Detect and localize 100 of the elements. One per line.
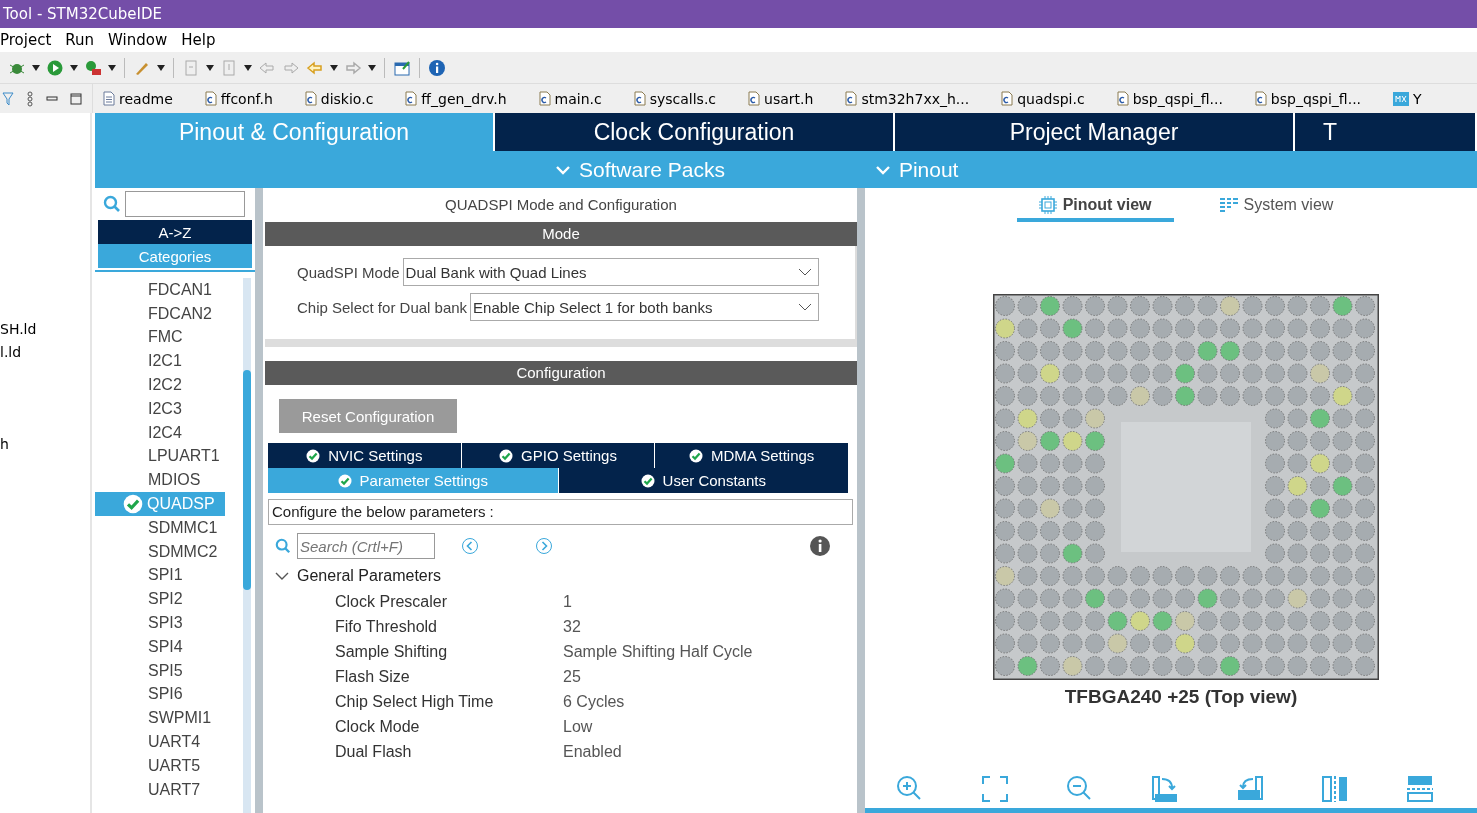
caret-icon[interactable] <box>157 64 165 71</box>
project-tree-item[interactable]: h <box>0 436 90 459</box>
external-tools-icon[interactable] <box>84 58 102 77</box>
parameter-name: Sample Shifting <box>335 642 449 661</box>
peripheral-item[interactable]: FDCAN1 <box>95 278 215 302</box>
caret-icon[interactable] <box>108 64 116 71</box>
project-tree-item[interactable]: SH.ld <box>0 321 90 344</box>
parameter-name: Chip Select High Time <box>335 692 495 711</box>
peripheral-item[interactable]: SWPMI1 <box>95 706 215 731</box>
menu-item[interactable]: Project <box>0 31 52 49</box>
editor-tab[interactable]: diskio.c <box>304 90 374 107</box>
parameter-value[interactable]: Low <box>563 717 593 736</box>
settings-tab[interactable]: User Constants <box>558 468 849 493</box>
editor-tab[interactable]: readme <box>103 90 173 107</box>
search-icon <box>103 195 121 213</box>
editor-tab[interactable]: quadspi.c <box>1001 90 1085 107</box>
rotate-right-icon[interactable] <box>1150 774 1180 804</box>
view-tab[interactable]: Pinout view <box>1016 194 1174 222</box>
fit-to-screen-icon[interactable] <box>980 774 1010 804</box>
settings-tab[interactable]: MDMA Settings <box>655 443 849 468</box>
parameter-value[interactable]: Enabled <box>563 742 622 761</box>
section-header: Configuration <box>265 361 857 385</box>
info-icon[interactable] <box>428 58 446 77</box>
caret-icon[interactable] <box>244 64 252 71</box>
filter-icon[interactable] <box>2 90 14 107</box>
check-icon <box>306 448 321 463</box>
peripheral-item[interactable]: I2C3 <box>95 397 215 421</box>
checkmark-icon <box>123 494 143 515</box>
instruction-text: Configure the below parameters : <box>268 499 853 525</box>
peripheral-item[interactable]: SPI3 <box>95 611 215 635</box>
editor-tab[interactable]: bsp_qspi_fl... <box>1116 90 1223 107</box>
c-file-icon <box>748 91 761 106</box>
caret-icon[interactable] <box>32 64 40 71</box>
parameter-value[interactable]: 6 Cycles <box>563 692 625 711</box>
menu-item[interactable]: Help <box>181 31 216 49</box>
perspective-tab[interactable]: Clock Configuration <box>495 113 895 151</box>
project-tree-item[interactable]: l.ld <box>0 344 90 367</box>
perspective-tab[interactable]: T <box>1295 113 1477 151</box>
editor-tab[interactable]: stm32h7xx_h... <box>845 90 970 107</box>
editor-tab[interactable]: Y <box>1393 90 1422 107</box>
flip-vertical-icon[interactable] <box>1320 774 1350 804</box>
previous-icon[interactable] <box>461 537 479 555</box>
c-file-icon <box>1001 91 1014 106</box>
mode-dropdown[interactable]: Dual Bank with Quad Lines <box>402 258 819 286</box>
block-diagram-icon <box>1219 197 1238 213</box>
sort-tab[interactable]: A->Z <box>98 220 252 244</box>
peripheral-item[interactable]: UART5 <box>95 753 215 778</box>
caret-icon[interactable] <box>330 64 338 71</box>
view-tab[interactable]: System view <box>1197 194 1356 222</box>
peripheral-item[interactable]: UART4 <box>95 730 215 754</box>
editor-tab[interactable]: bsp_qspi_fl... <box>1254 90 1362 107</box>
search-icon <box>275 538 291 554</box>
c-file-icon <box>405 91 418 106</box>
parameter-value[interactable]: 32 <box>563 617 581 636</box>
peripheral-item[interactable]: UART7 <box>95 777 215 802</box>
next-icon[interactable] <box>535 537 553 555</box>
peripheral-item[interactable]: SPI5 <box>95 658 215 683</box>
parameter-value[interactable]: Sample Shifting Half Cycle <box>563 642 753 661</box>
peripheral-item[interactable]: SDMMC2 <box>95 539 215 564</box>
menu-item[interactable]: Run <box>65 31 95 49</box>
view-menu-icon[interactable] <box>26 90 34 107</box>
peripheral-item[interactable]: I2C2 <box>95 373 215 397</box>
settings-tab[interactable]: NVIC Settings <box>268 443 462 468</box>
parameter-value[interactable]: 25 <box>563 667 581 686</box>
peripheral-item[interactable]: FMC <box>95 325 215 350</box>
maximize-icon[interactable] <box>70 92 82 105</box>
parameter-value[interactable]: 1 <box>563 592 572 611</box>
peripheral-item[interactable]: SPI1 <box>95 563 215 588</box>
caret-icon[interactable] <box>368 64 376 71</box>
editor-tab[interactable]: ffconf.h <box>204 90 273 107</box>
peripheral-item[interactable]: FDCAN2 <box>95 301 215 326</box>
panel-title: QUADSPI Mode and Configuration <box>444 195 678 215</box>
search-field[interactable]: Search (Crtl+F) <box>297 533 435 559</box>
caret-icon[interactable] <box>206 64 214 71</box>
perspective-tab[interactable]: Project Manager <box>895 113 1295 151</box>
peripheral-item[interactable]: SPI6 <box>95 682 215 707</box>
run-icon[interactable] <box>46 58 64 77</box>
peripheral-item[interactable]: I2C1 <box>95 349 215 374</box>
editor-tab[interactable]: main.c <box>538 90 602 107</box>
mode-dropdown[interactable]: Enable Chip Select 1 for both banks <box>470 293 819 321</box>
editor-tab[interactable]: syscalls.c <box>633 90 717 107</box>
editor-tab[interactable]: usart.h <box>748 90 814 107</box>
menu-item[interactable]: Window <box>108 31 168 49</box>
info-icon[interactable] <box>809 535 831 557</box>
flip-horizontal-icon[interactable] <box>1405 774 1435 804</box>
editor-tab[interactable]: ff_gen_drv.h <box>405 90 507 107</box>
c-file-icon <box>845 91 858 106</box>
peripheral-item[interactable]: SPI4 <box>95 634 215 659</box>
c-file-icon <box>204 91 217 106</box>
caret-icon[interactable] <box>70 64 78 71</box>
peripheral-item[interactable]: SDMMC1 <box>95 515 215 540</box>
window-title: Tool - STM32CubeIDE <box>0 0 1477 28</box>
scrollbar-thumb[interactable] <box>243 370 251 590</box>
peripheral-item[interactable]: MDIOS <box>95 468 215 493</box>
chevron-down-icon <box>555 164 571 175</box>
chevron-down-icon[interactable] <box>275 571 289 581</box>
peripheral-item[interactable]: SPI2 <box>95 587 215 612</box>
peripheral-item[interactable]: I2C4 <box>95 420 215 445</box>
settings-tab[interactable]: GPIO Settings <box>461 443 656 468</box>
search-field[interactable] <box>125 191 245 217</box>
